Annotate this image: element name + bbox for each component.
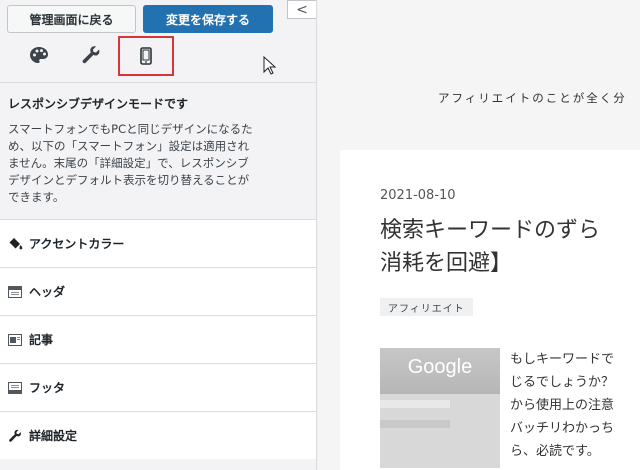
header-layout-icon	[7, 285, 23, 299]
menu-item-label: アクセントカラー	[29, 237, 125, 251]
post-title-line: 検索キーワードのずら	[380, 218, 601, 243]
tab-settings[interactable]	[74, 39, 108, 71]
customizer-menu: アクセントカラー ヘッダ 記事 フッタ 詳細設定	[0, 219, 316, 459]
responsive-mode-notice: レスポンシブデザインモードです スマートフォンでもPCと同じデザインになるた め…	[0, 82, 316, 218]
post-card[interactable]: 2021-08-10 検索キーワードのずら 消耗を回避】 アフィリエイト Goo…	[340, 150, 640, 470]
notice-text: スマートフォンでもPCと同じデザインになるた め、以下の「スマートフォン」設定は…	[8, 121, 309, 206]
menu-item-advanced-settings[interactable]: 詳細設定	[0, 411, 316, 459]
palette-icon	[30, 47, 48, 63]
notice-line: め、以下の「スマートフォン」設定は適用され	[8, 139, 250, 153]
category-tag[interactable]: アフィリエイト	[380, 298, 473, 316]
google-logo: Google	[407, 356, 473, 378]
customizer-panel: 管理画面に戻る 変更を保存する < レスポンシブデザインモードです スマートフォ…	[0, 0, 317, 470]
thumbnail-row	[380, 430, 450, 438]
mobile-icon	[140, 47, 152, 65]
menu-item-accent-color[interactable]: アクセントカラー	[0, 219, 316, 267]
wrench-icon	[7, 429, 23, 443]
post-date: 2021-08-10	[380, 188, 456, 203]
mouse-cursor-icon	[263, 56, 277, 75]
notice-line: デザインとデフォルト表示を切り替えることが	[8, 173, 250, 187]
footer-layout-icon	[7, 381, 23, 395]
chevron-left-icon: <	[296, 1, 308, 18]
menu-item-article[interactable]: 記事	[0, 315, 316, 363]
wrench-icon	[82, 46, 100, 64]
post-excerpt: もしキーワードで じるでしょうか？ から使用上の注意 バッチリわかっち ら、必読…	[510, 352, 615, 459]
thumbnail-row	[380, 450, 450, 458]
tab-colors[interactable]	[22, 39, 56, 71]
article-layout-icon	[7, 333, 23, 347]
customizer-header: 管理画面に戻る 変更を保存する <	[0, 0, 316, 80]
thumbnail-row	[380, 420, 450, 428]
notice-line: ません。末尾の「詳細設定」で、レスポンシブ	[8, 156, 249, 170]
menu-item-label: 記事	[29, 333, 54, 347]
collapse-sidebar-button[interactable]: <	[287, 0, 316, 19]
thumbnail-row	[380, 440, 450, 448]
site-preview: アフィリエイトのことが全く分 2021-08-10 検索キーワードのずら 消耗を…	[318, 0, 640, 470]
site-description: アフィリエイトのことが全く分	[438, 91, 627, 105]
notice-line: できます。	[8, 190, 65, 204]
menu-item-footer[interactable]: フッタ	[0, 363, 316, 411]
post-thumbnail[interactable]: Google	[380, 348, 500, 468]
paint-bucket-icon	[7, 237, 23, 251]
post-title[interactable]: 検索キーワードのずら 消耗を回避】	[380, 214, 640, 280]
back-to-admin-button[interactable]: 管理画面に戻る	[7, 5, 136, 33]
thumbnail-row	[380, 410, 450, 418]
post-title-line: 消耗を回避】	[380, 251, 513, 276]
save-changes-button[interactable]: 変更を保存する	[143, 5, 273, 33]
tab-mobile[interactable]	[118, 36, 174, 76]
notice-title: レスポンシブデザインモードです	[8, 97, 189, 111]
menu-item-header[interactable]: ヘッダ	[0, 267, 316, 315]
notice-line: スマートフォンでもPCと同じデザインになるた	[8, 122, 253, 136]
thumbnail-row	[380, 400, 450, 408]
menu-item-label: フッタ	[29, 381, 66, 395]
menu-item-label: ヘッダ	[29, 285, 66, 299]
menu-item-label: 詳細設定	[29, 429, 78, 443]
